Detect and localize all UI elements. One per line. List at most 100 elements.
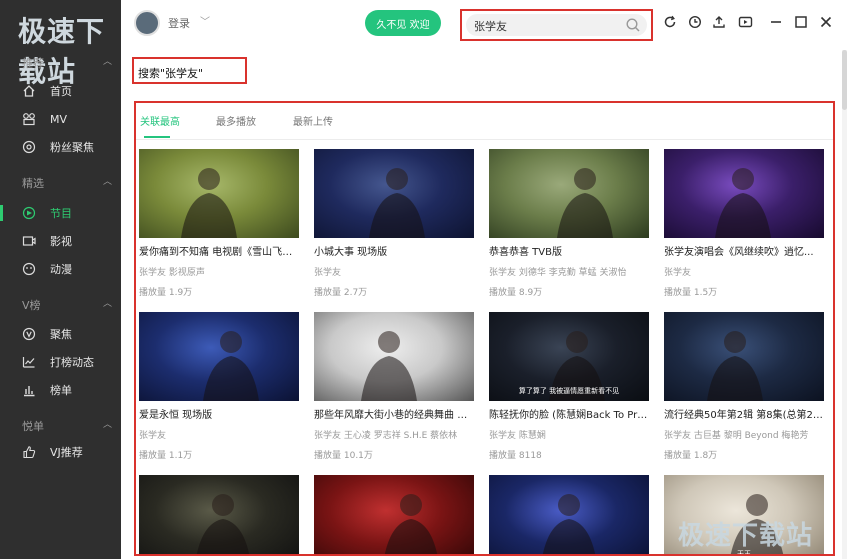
sidebar-item-mv[interactable]: MV: [0, 108, 121, 130]
video-artist[interactable]: 张学友 古巨基 黎明 Beyond 梅艳芳: [664, 428, 824, 441]
video-thumbnail[interactable]: [139, 475, 299, 554]
chevron-up-icon[interactable]: ︿: [103, 417, 112, 430]
anime-icon: [21, 261, 37, 277]
video-title[interactable]: 陈轻抚你的脸 (陈慧娴Back To Pri...: [489, 406, 649, 421]
performer-silhouette: [384, 494, 438, 554]
sidebar-item-label: 影视: [50, 235, 72, 248]
sidebar-item-chart-list[interactable]: 榜单: [0, 379, 121, 401]
sidebar-item-label: VJ推荐: [50, 446, 83, 459]
sidebar-item-chart-news[interactable]: 打榜动态: [0, 351, 121, 373]
sidebar-item-programs[interactable]: 节目: [0, 202, 121, 224]
tab-divider: [136, 139, 833, 140]
video-thumbnail[interactable]: [664, 149, 824, 238]
brand-watermark: 极速下载站: [678, 521, 814, 551]
video-title[interactable]: 爱你痛到不知痛 电视剧《雪山飞狐...: [139, 243, 299, 258]
video-thumbnail[interactable]: [489, 475, 649, 554]
video-title[interactable]: 爱是永恒 现场版: [139, 406, 299, 421]
play-count: 播放量 2.7万: [314, 288, 368, 298]
video-card[interactable]: 那些年风靡大街小巷的经典舞曲 第... 张学友 王心凌 罗志祥 S.H.E 蔡依林…: [314, 312, 474, 461]
video-thumbnail[interactable]: [314, 149, 474, 238]
video-card[interactable]: 爱你痛到不知痛 电视剧《雪山飞狐... 张学友 影视原声 播放量 1.9万: [139, 149, 299, 298]
scrollbar-thumb[interactable]: [842, 50, 847, 110]
tab-relevance[interactable]: 关联最高: [140, 113, 180, 138]
sidebar-item-film[interactable]: 影视: [0, 230, 121, 252]
v-icon: [21, 326, 37, 342]
search-icon[interactable]: [625, 17, 641, 33]
sidebar-item-anime[interactable]: 动漫: [0, 258, 121, 280]
video-thumbnail[interactable]: [664, 312, 824, 401]
performer-silhouette: [361, 331, 417, 401]
search-input-value: 张学友: [474, 20, 507, 33]
video-thumbnail[interactable]: [489, 149, 649, 238]
home-icon: [21, 83, 37, 99]
thumbnail-caption: 算了算了 我被逼情愿重新看不见: [518, 387, 620, 395]
chevron-up-icon[interactable]: ︿: [103, 54, 112, 67]
video-artist[interactable]: 张学友: [314, 265, 474, 278]
video-card[interactable]: [314, 475, 474, 554]
video-card[interactable]: 爱是永恒 现场版 张学友 播放量 1.1万: [139, 312, 299, 461]
video-title[interactable]: 那些年风靡大街小巷的经典舞曲 第...: [314, 406, 474, 421]
brand-watermark: 极速下载站: [18, 15, 106, 88]
performer-silhouette: [715, 168, 771, 238]
login-link[interactable]: 登录: [168, 15, 190, 31]
video-artist[interactable]: 张学友 陈慧娴: [489, 428, 649, 441]
sidebar-item-home[interactable]: 首页: [0, 80, 121, 102]
section-title-playlist: 悦单: [22, 420, 44, 433]
video-card[interactable]: 小城大事 现场版 张学友播放量 2.7万: [314, 149, 474, 298]
chevron-up-icon[interactable]: ︿: [103, 174, 112, 187]
video-artist[interactable]: 张学友 刘德华 李克勤 草蜢 关淑怡: [489, 265, 649, 278]
performer-silhouette: [203, 331, 259, 401]
video-artist[interactable]: 张学友: [139, 428, 299, 441]
sidebar-item-focus[interactable]: 聚焦: [0, 323, 121, 345]
tab-newest[interactable]: 最新上传: [293, 113, 333, 138]
promo-label: 久不见 欢迎: [376, 19, 430, 31]
avatar[interactable]: [134, 10, 160, 36]
player-icon[interactable]: [737, 14, 753, 30]
sidebar-item-label: MV: [50, 112, 68, 126]
promo-button[interactable]: 久不见 欢迎: [365, 10, 441, 36]
history-icon[interactable]: [687, 14, 703, 30]
video-title[interactable]: 流行经典50年第2辑 第8集(总第27...: [664, 406, 824, 421]
minimize-icon[interactable]: [768, 14, 784, 30]
video-thumbnail[interactable]: [139, 312, 299, 401]
upload-icon[interactable]: [711, 14, 727, 30]
video-thumbnail[interactable]: [314, 312, 474, 401]
video-artist[interactable]: 张学友: [664, 265, 824, 278]
video-card[interactable]: [139, 475, 299, 554]
play-count: 播放量 1.8万: [664, 451, 718, 461]
video-title[interactable]: 恭喜恭喜 TVB版: [489, 243, 649, 258]
video-artist[interactable]: 张学友 影视原声: [139, 265, 299, 278]
video-thumbnail[interactable]: [139, 149, 299, 238]
sidebar-item-vj[interactable]: VJ推荐: [0, 441, 121, 463]
query-highlight: 搜索"张学友": [132, 57, 247, 84]
video-title[interactable]: 小城大事 现场版: [314, 243, 474, 258]
video-card[interactable]: 算了算了 我被逼情愿重新看不见陈轻抚你的脸 (陈慧娴Back To Pri...…: [489, 312, 649, 461]
video-card[interactable]: [489, 475, 649, 554]
sidebar-item-label: 节目: [50, 207, 72, 220]
sidebar-item-fans[interactable]: 粉丝聚焦: [0, 136, 121, 158]
play-count: 播放量 8.9万: [489, 288, 543, 298]
play-count: 播放量 1.9万: [139, 288, 193, 298]
search-input[interactable]: 张学友: [466, 14, 647, 36]
sidebar-item-label: 聚焦: [50, 328, 72, 341]
maximize-icon[interactable]: [793, 14, 809, 30]
play-count: 播放量 10.1万: [314, 451, 373, 461]
video-card[interactable]: 恭喜恭喜 TVB版 张学友 刘德华 李克勤 草蜢 关淑怡 播放量 8.9万: [489, 149, 649, 298]
chevron-up-icon[interactable]: ︿: [103, 296, 112, 309]
tab-most-played[interactable]: 最多播放: [216, 113, 256, 138]
video-thumbnail[interactable]: [314, 475, 474, 554]
close-icon[interactable]: [818, 14, 834, 30]
query-label: 搜索"张学友": [138, 67, 204, 80]
bar-chart-icon: [21, 382, 37, 398]
refresh-icon[interactable]: [662, 14, 678, 30]
sidebar-item-label: 首页: [50, 85, 72, 98]
video-card[interactable]: 流行经典50年第2辑 第8集(总第27... 张学友 古巨基 黎明 Beyond …: [664, 312, 824, 461]
scrollbar[interactable]: [842, 50, 847, 559]
video-artist[interactable]: 张学友 王心凌 罗志祥 S.H.E 蔡依林: [314, 428, 474, 441]
results-panel: 关联最高 最多播放 最新上传 爱你痛到不知痛 电视剧《雪山飞狐... 张学友 影视…: [134, 101, 835, 556]
video-title[interactable]: 张学友演唱会《风继续吹》逍忆...: [664, 243, 824, 258]
performer-silhouette: [196, 494, 250, 554]
chevron-down-icon[interactable]: ﹀: [200, 13, 210, 28]
video-thumbnail[interactable]: 算了算了 我被逼情愿重新看不见: [489, 312, 649, 401]
video-card[interactable]: 张学友演唱会《风继续吹》逍忆... 张学友 播放量 1.5万: [664, 149, 824, 298]
